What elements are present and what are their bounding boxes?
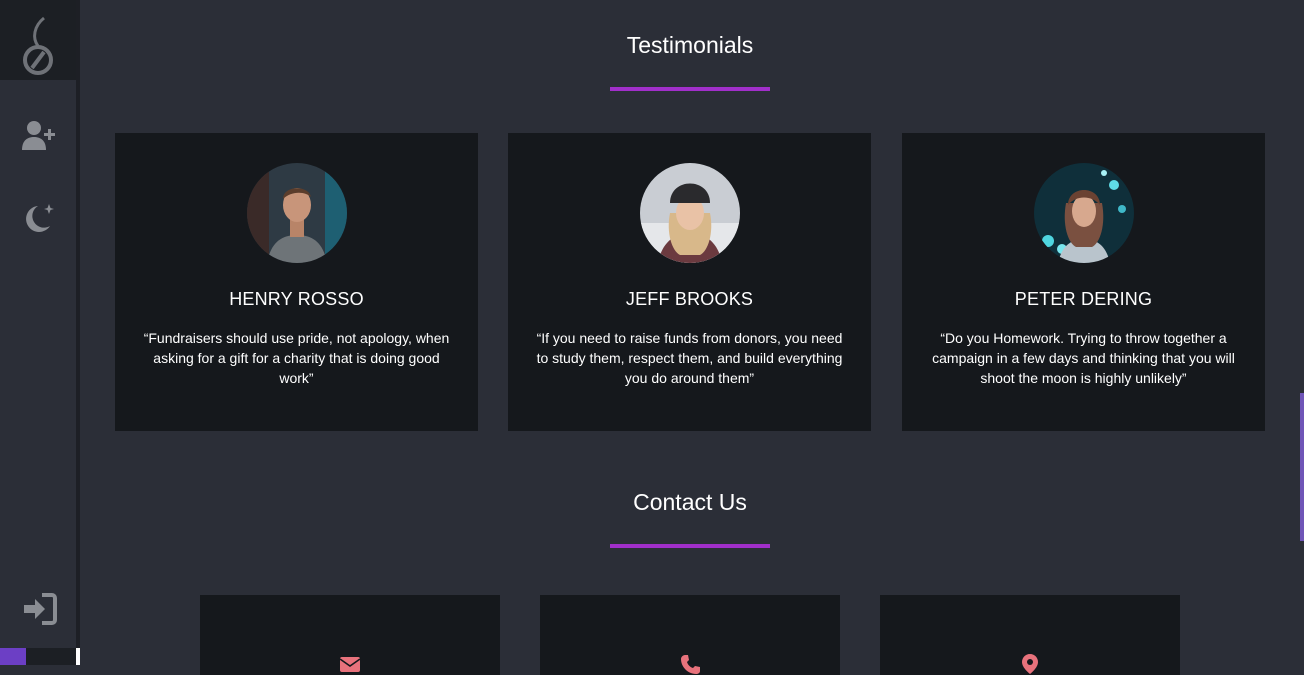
testimonial-card: PETER DERING “Do you Homework. Trying to… <box>902 133 1265 431</box>
testimonial-name: PETER DERING <box>1014 289 1153 309</box>
contact-card-email <box>200 595 500 675</box>
testimonials-underline <box>610 87 770 91</box>
testimonials-title: Testimonials <box>626 32 754 58</box>
dark-mode-icon[interactable] <box>20 200 58 238</box>
testimonial-quote: “Fundraisers should use pride, not apolo… <box>143 330 450 386</box>
sign-in-icon[interactable] <box>20 590 58 628</box>
testimonial-quote: “If you need to raise funds from donors,… <box>536 330 843 386</box>
avatar <box>639 163 740 263</box>
testimonial-card: JEFF BROOKS “If you need to raise funds … <box>508 133 871 431</box>
add-user-icon[interactable] <box>20 118 58 156</box>
avatar <box>246 163 347 263</box>
envelope-icon <box>339 653 361 675</box>
logo-icon[interactable] <box>20 16 58 76</box>
testimonial-card: HENRY ROSSO “Fundraisers should use prid… <box>115 133 478 431</box>
scrollbar-thumb[interactable] <box>1300 393 1304 541</box>
sidebar-bottom-bar <box>26 648 76 665</box>
contact-card-phone <box>540 595 840 675</box>
testimonial-name: HENRY ROSSO <box>229 289 364 309</box>
contact-card-address <box>880 595 1180 675</box>
testimonial-name: JEFF BROOKS <box>625 289 754 309</box>
sidebar-bottom-edge <box>76 648 80 665</box>
avatar <box>1033 163 1134 263</box>
sidebar <box>0 0 80 665</box>
testimonial-quote: “Do you Homework. Trying to throw togeth… <box>932 330 1235 386</box>
phone-icon <box>679 653 701 675</box>
map-marker-icon <box>1019 653 1041 675</box>
sidebar-bottom-accent <box>0 648 26 665</box>
contact-title: Contact Us <box>633 489 747 515</box>
contact-underline <box>610 544 770 548</box>
